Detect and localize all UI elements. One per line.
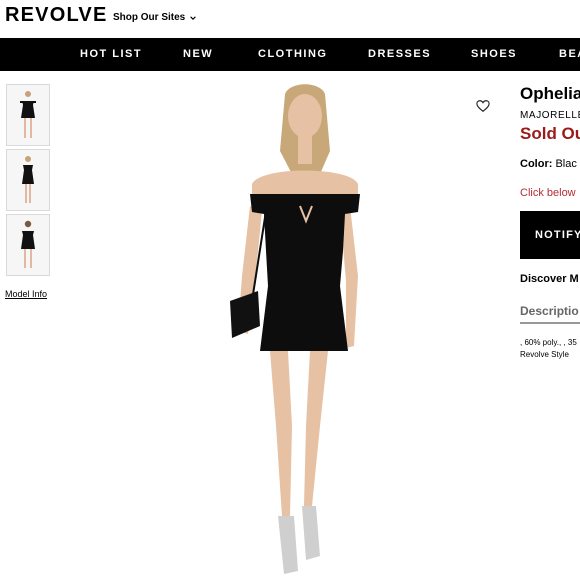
thumbnail-front[interactable] xyxy=(6,84,50,146)
description-tab-underline xyxy=(520,322,580,324)
discover-more-heading[interactable]: Discover M xyxy=(520,273,579,285)
thumbnail-back-image xyxy=(7,215,49,275)
main-product-image[interactable] xyxy=(160,76,500,580)
top-bar: REVOLVE Shop Our Sites xyxy=(0,0,580,38)
color-row: Color: Blac xyxy=(520,158,577,170)
tab-description[interactable]: Descriptio xyxy=(520,304,579,318)
sold-out-status: Sold Ou xyxy=(520,124,580,143)
heart-icon[interactable] xyxy=(476,99,490,113)
description-materials: , 60% poly., , 35 xyxy=(520,338,577,347)
nav-item-hot-list[interactable]: HOT LIST xyxy=(80,48,142,60)
nav-item-shoes[interactable]: SHOES xyxy=(471,48,517,60)
product-brand[interactable]: MAJORELLE xyxy=(520,110,580,121)
nav-item-dresses[interactable]: DRESSES xyxy=(368,48,431,60)
thumbnail-front-image xyxy=(7,85,49,145)
model-info-link[interactable]: Model Info xyxy=(5,289,47,299)
shop-our-sites-dropdown[interactable]: Shop Our Sites xyxy=(113,12,197,23)
model-photo xyxy=(160,76,500,580)
thumbnail-back[interactable] xyxy=(6,214,50,276)
product-title: Ophelia xyxy=(520,84,580,103)
chevron-down-icon xyxy=(190,15,197,20)
click-below-text: Click below xyxy=(520,187,576,199)
product-details-panel: Ophelia MAJORELLE Sold Ou Color: Blac Cl… xyxy=(520,80,580,580)
color-label: Color: xyxy=(520,158,553,170)
description-revolve-style: Revolve Style xyxy=(520,350,569,359)
shop-our-sites-label: Shop Our Sites xyxy=(113,12,186,23)
nav-item-beauty[interactable]: BEA xyxy=(559,48,580,60)
main-nav: HOT LIST NEW CLOTHING DRESSES SHOES BEA xyxy=(0,38,580,71)
nav-item-clothing[interactable]: CLOTHING xyxy=(258,48,327,60)
revolve-logo[interactable]: REVOLVE xyxy=(5,4,108,27)
thumbnail-side-image xyxy=(7,150,49,210)
notify-me-button[interactable]: NOTIFY xyxy=(520,211,580,259)
thumbnail-side[interactable] xyxy=(6,149,50,211)
color-value: Blac xyxy=(555,158,577,170)
nav-item-new[interactable]: NEW xyxy=(183,48,213,60)
